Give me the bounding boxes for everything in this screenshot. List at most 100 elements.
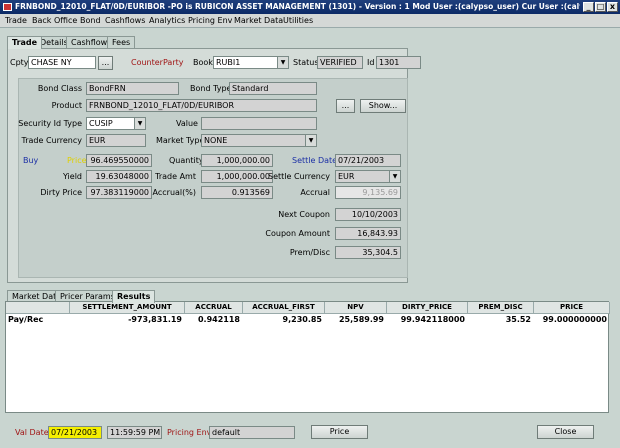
column-header[interactable]: SETTLEMENT_AMOUNT: [70, 302, 185, 314]
column-header[interactable]: ACCRUAL_FIRST: [243, 302, 325, 314]
settle-currency-label: Settle Currency: [268, 172, 331, 181]
val-date-field[interactable]: 07/21/2003: [48, 426, 102, 439]
window-title-bar[interactable]: FRNBOND_12010_FLAT/0D/EURIBOR -PO is RUB…: [0, 0, 620, 14]
table-cell[interactable]: 9,230.85: [243, 314, 325, 326]
status-field: VERIFIED: [317, 56, 363, 69]
menu-bar: Trade Back Office Bond Cashflows Analyti…: [0, 14, 620, 28]
column-header[interactable]: NPV: [325, 302, 387, 314]
trade-currency-label: Trade Currency: [21, 136, 83, 145]
prem-disc-label: Prem/Disc: [289, 248, 330, 257]
chevron-down-icon[interactable]: ▼: [134, 118, 145, 129]
close-icon[interactable]: x: [607, 2, 618, 12]
cpty-browse-button[interactable]: ...: [98, 56, 113, 70]
yield-label: Yield: [62, 172, 82, 181]
price-field[interactable]: 96.469550000: [86, 154, 152, 167]
app-icon: [3, 3, 12, 11]
minimize-icon[interactable]: _: [583, 2, 594, 12]
product-field: FRNBOND_12010_FLAT/0D/EURIBOR: [86, 99, 317, 112]
column-header[interactable]: [6, 302, 70, 314]
chevron-down-icon[interactable]: ▼: [277, 57, 288, 68]
chevron-down-icon[interactable]: ▼: [389, 171, 400, 182]
market-type-select[interactable]: NONE ▼: [201, 134, 317, 147]
bond-type-label: Bond Type: [190, 84, 232, 93]
table-cell[interactable]: -973,831.19: [70, 314, 185, 326]
settle-date-label: Settle Date: [292, 156, 338, 165]
price-label: Price: [67, 156, 87, 165]
menu-cashflows[interactable]: Cashflows: [105, 15, 145, 27]
column-header[interactable]: PREM_DISC: [468, 302, 534, 314]
book-select[interactable]: RUBI1 ▼: [213, 56, 289, 69]
quantity-field[interactable]: 1,000,000.00: [201, 154, 273, 167]
table-cell[interactable]: 99.000000000: [534, 314, 610, 326]
table-cell[interactable]: 99.942118000: [387, 314, 468, 326]
menu-market-data[interactable]: Market Data: [234, 15, 283, 27]
trade-amt-label: Trade Amt: [155, 172, 196, 181]
next-coupon-label: Next Coupon: [278, 210, 330, 219]
settle-date-field[interactable]: 07/21/2003: [335, 154, 401, 167]
settle-currency-select[interactable]: EUR ▼: [335, 170, 401, 183]
product-browse-button[interactable]: ...: [336, 99, 355, 113]
security-id-type-value: CUSIP: [89, 119, 113, 128]
security-id-type-select[interactable]: CUSIP ▼: [86, 117, 146, 130]
menu-bond[interactable]: Bond: [80, 15, 101, 27]
value-field[interactable]: [201, 117, 317, 130]
dirty-price-label: Dirty Price: [40, 188, 82, 197]
accrual-label: Accrual: [300, 188, 330, 197]
accrual-field: 9,135.69: [335, 186, 401, 199]
column-header[interactable]: PRICE: [534, 302, 610, 314]
id-field: 1301: [376, 56, 421, 69]
row-label[interactable]: Pay/Rec: [8, 314, 70, 326]
bond-class-field: BondFRN: [86, 82, 179, 95]
show-button[interactable]: Show...: [360, 99, 406, 113]
column-header[interactable]: ACCRUAL: [185, 302, 243, 314]
cpty-field[interactable]: CHASE NY: [28, 56, 96, 69]
market-type-value: NONE: [204, 136, 228, 145]
market-type-label: Market Type: [156, 136, 205, 145]
quantity-label: Quantity: [169, 156, 204, 165]
accrual-pct-field: 0.913569: [201, 186, 273, 199]
cpty-label: Cpty: [10, 58, 29, 67]
product-label: Product: [51, 101, 82, 110]
book-value: RUBI1: [216, 58, 241, 67]
trade-currency-field: EUR: [86, 134, 146, 147]
accrual-pct-label: Accrual(%): [152, 188, 196, 197]
bond-class-label: Bond Class: [37, 84, 82, 93]
dirty-price-field[interactable]: 97.383119000: [86, 186, 152, 199]
next-coupon-field: 10/10/2003: [335, 208, 401, 221]
tab-results[interactable]: Results: [112, 290, 156, 303]
prem-disc-field: 35,304.5: [335, 246, 401, 259]
table-cell[interactable]: 0.942118: [185, 314, 243, 326]
price-button[interactable]: Price: [311, 425, 368, 439]
close-button[interactable]: Close: [537, 425, 594, 439]
book-label: Book: [193, 58, 213, 67]
chevron-down-icon[interactable]: ▼: [305, 135, 316, 146]
window-title: FRNBOND_12010_FLAT/0D/EURIBOR -PO is RUB…: [15, 2, 580, 11]
status-label: Status: [293, 58, 319, 67]
buy-label: Buy: [23, 156, 39, 165]
id-label: Id: [367, 58, 375, 67]
value-label: Value: [176, 119, 198, 128]
menu-trade[interactable]: Trade: [5, 15, 27, 27]
maximize-icon[interactable]: □: [595, 2, 606, 12]
yield-field[interactable]: 19.63048000: [86, 170, 152, 183]
val-date-label: Val Date: [15, 428, 49, 437]
counterparty-label: CounterParty: [131, 58, 184, 67]
menu-back-office[interactable]: Back Office: [32, 15, 77, 27]
menu-pricing-env[interactable]: Pricing Env: [188, 15, 232, 27]
trade-amt-field[interactable]: 1,000,000.00: [201, 170, 273, 183]
bond-type-field: Standard: [229, 82, 317, 95]
results-table: SETTLEMENT_AMOUNT ACCRUAL ACCRUAL_FIRST …: [5, 301, 610, 413]
column-header[interactable]: DIRTY_PRICE: [387, 302, 468, 314]
table-cell[interactable]: 35.52: [468, 314, 534, 326]
menu-analytics[interactable]: Analytics: [149, 15, 185, 27]
pricing-env-field[interactable]: default: [209, 426, 295, 439]
menu-utilities[interactable]: Utilities: [283, 15, 313, 27]
val-time-field[interactable]: 11:59:59 PM: [107, 426, 162, 439]
settle-currency-value: EUR: [338, 172, 355, 181]
security-id-type-label: Security Id Type: [18, 119, 82, 128]
coupon-amount-label: Coupon Amount: [265, 229, 330, 238]
coupon-amount-field: 16,843.93: [335, 227, 401, 240]
pricing-env-label: Pricing Env: [167, 428, 212, 437]
table-cell[interactable]: 25,589.99: [325, 314, 387, 326]
tab-trade[interactable]: Trade: [7, 36, 43, 49]
